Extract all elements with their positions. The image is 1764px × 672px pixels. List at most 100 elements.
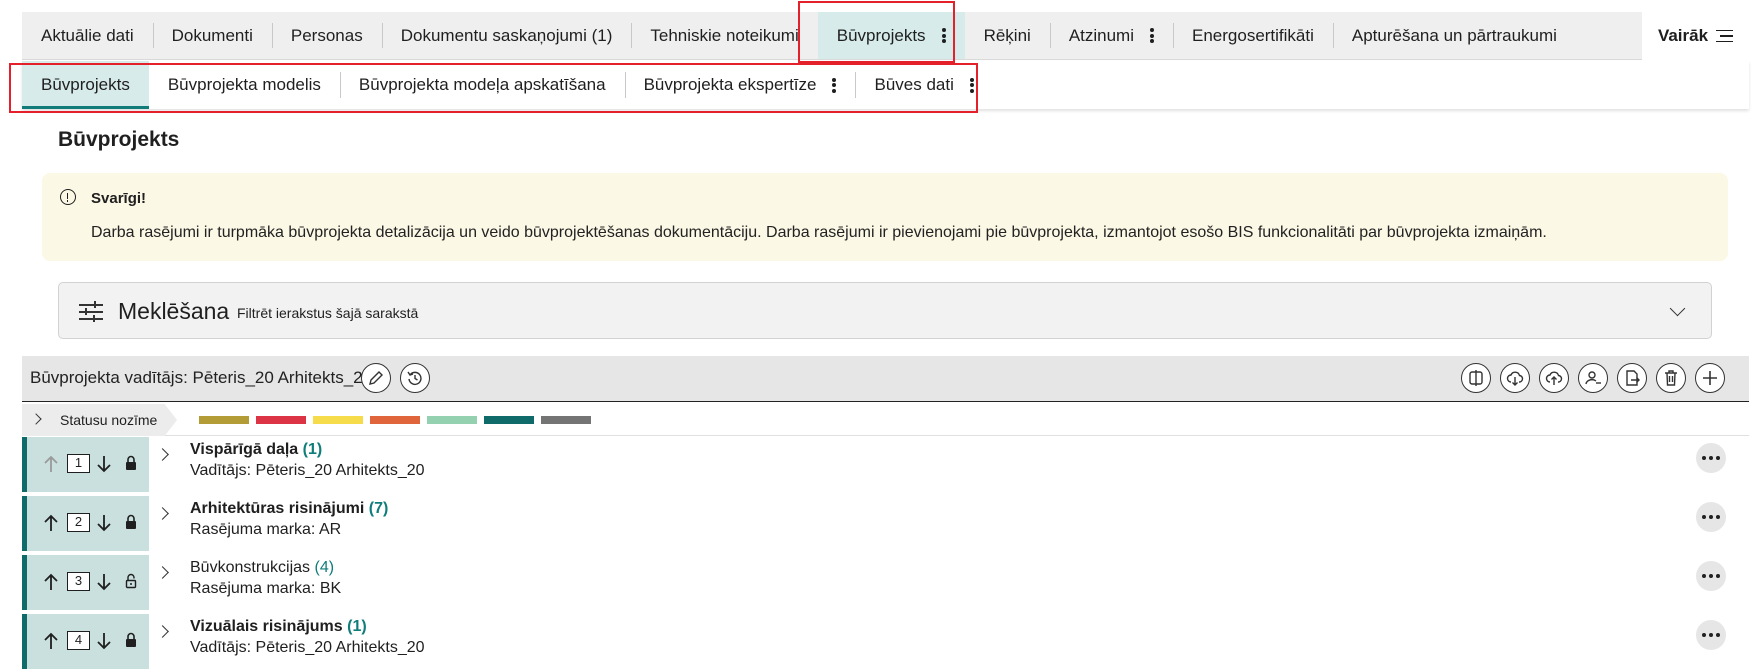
tab-tehniskie-noteikumi[interactable]: Tehniskie noteikumi (631, 12, 817, 59)
add-button[interactable] (1695, 363, 1725, 393)
search-panel[interactable]: Meklēšana Filtrēt ierakstus šajā sarakst… (58, 282, 1712, 339)
menu-lines-icon (1716, 29, 1734, 43)
tab-personas[interactable]: Personas (271, 12, 382, 59)
compare-button[interactable] (1461, 363, 1491, 393)
order-number: 1 (67, 454, 90, 473)
important-notice: Svarīgi! Darba rasējumi ir turpmāka būvp… (42, 173, 1728, 261)
row-more-button[interactable] (1696, 443, 1726, 473)
tab-energosertifikati[interactable]: Energosertifikāti (1173, 12, 1333, 59)
notice-title: Svarīgi! (91, 190, 147, 207)
section-title-line: Vispārīgā daļa (1) (190, 441, 322, 459)
status-legend: Statusu nozīme (22, 404, 1749, 436)
tab-label: Aktuālie dati (41, 25, 134, 45)
arrow-down-icon[interactable] (96, 572, 112, 592)
section-title-line: Vizuālais risinājums (1) (190, 618, 367, 636)
subtab-buves-dati[interactable]: Būves dati (855, 61, 992, 109)
subtab-label: Būvprojekta modelis (167, 75, 321, 94)
filter-sliders-icon (79, 301, 103, 323)
unlock-icon[interactable] (124, 572, 138, 590)
status-swatch (370, 416, 420, 424)
tab-aktualie-dati[interactable]: Aktuālie dati (22, 12, 153, 59)
vertical-dots-icon[interactable] (1150, 28, 1154, 43)
more-tabs-button[interactable]: Vairāk (1642, 12, 1749, 60)
section-count: (4) (314, 559, 335, 576)
edit-manager-button[interactable] (361, 363, 391, 393)
arrow-up-icon[interactable] (43, 513, 59, 533)
arrow-up-icon[interactable] (43, 631, 59, 651)
delete-button[interactable] (1656, 363, 1686, 393)
vertical-dots-icon[interactable] (969, 77, 974, 93)
lock-icon[interactable] (124, 513, 138, 531)
page-title: Būvprojekts (58, 128, 180, 151)
cloud-upload-icon (1545, 371, 1563, 385)
delete-icon (1665, 370, 1677, 386)
vertical-dots-icon[interactable] (941, 28, 946, 43)
chevron-right-icon[interactable] (156, 448, 169, 461)
project-manager-bar: Būvprojekta vadītājs: Pēteris_20 Arhitek… (22, 356, 1749, 402)
subtab-label: Būves dati (874, 75, 954, 94)
chevron-right-icon[interactable] (156, 507, 169, 520)
chevron-right-icon[interactable] (156, 566, 169, 579)
subtab-ekspertize[interactable]: Būvprojekta ekspertīze (624, 61, 856, 109)
exclamation-circle-icon (60, 189, 76, 205)
tab-label: Dokumenti (171, 25, 253, 45)
history-button[interactable] (400, 363, 430, 393)
history-icon (407, 371, 422, 385)
section-count: (1) (347, 618, 367, 635)
list-item[interactable]: 1 Vispārīgā daļa (1) Vadītājs: Pēteris_20 … (22, 437, 1749, 492)
subtab-buvprojekta-modelis[interactable]: Būvprojekta modelis (149, 61, 340, 109)
chevron-right-icon[interactable] (156, 625, 169, 638)
status-swatch (256, 416, 306, 424)
subtab-buvprojekts[interactable]: Būvprojekts (22, 61, 149, 109)
tab-label: Dokumentu saskaņojumi (1) (400, 25, 613, 45)
arrow-down-icon[interactable] (96, 513, 112, 533)
order-controls: 3 (22, 555, 149, 610)
chevron-right-icon (30, 413, 42, 425)
lock-icon[interactable] (124, 631, 138, 649)
arrow-up-icon[interactable] (43, 572, 59, 592)
subtab-modela-apskatisana[interactable]: Būvprojekta modeļa apskatīšana (339, 61, 625, 109)
section-title[interactable]: Būvkonstrukcijas (190, 559, 310, 576)
main-tab-bar: Aktuālie dati Dokumenti Personas Dokumen… (22, 12, 1749, 60)
tab-rekini[interactable]: Rēķini (965, 12, 1050, 59)
section-title[interactable]: Arhitektūras risinājumi (190, 500, 364, 517)
order-controls: 4 (22, 614, 149, 669)
status-legend-toggle[interactable]: Statusu nozīme (22, 404, 177, 436)
arrow-up-icon[interactable] (43, 454, 59, 474)
row-more-button[interactable] (1696, 620, 1726, 650)
status-swatch (199, 416, 249, 424)
lock-icon[interactable] (124, 454, 138, 472)
chevron-down-icon[interactable] (1669, 300, 1686, 317)
assign-user-button[interactable] (1578, 363, 1608, 393)
tab-label: Būvprojekts (836, 25, 926, 45)
row-more-button[interactable] (1696, 561, 1726, 591)
more-label: Vairāk (1657, 26, 1709, 45)
tab-dokumentu-saskanojumi[interactable]: Dokumentu saskaņojumi (1) (381, 12, 632, 59)
order-number: 3 (67, 572, 90, 591)
tab-dokumenti[interactable]: Dokumenti (152, 12, 272, 59)
export-document-button[interactable] (1617, 363, 1647, 393)
section-title[interactable]: Vizuālais risinājums (190, 618, 343, 635)
pencil-icon (369, 371, 383, 385)
compare-icon (1469, 370, 1483, 386)
order-number: 4 (67, 631, 90, 650)
list-item[interactable]: 4 Vizuālais risinājums (1) Vadītājs: Pēter… (22, 614, 1749, 669)
vertical-dots-icon[interactable] (832, 77, 837, 93)
tab-apturesana[interactable]: Apturēšana un pārtraukumi (1332, 12, 1576, 59)
arrow-down-icon[interactable] (96, 631, 112, 651)
list-item[interactable]: 3 Būvkonstrukcijas (4) Rasējuma marka: BK (22, 555, 1749, 610)
status-swatch (484, 416, 534, 424)
cloud-upload-button[interactable] (1539, 363, 1569, 393)
status-swatch (541, 416, 591, 424)
tab-buvprojekts[interactable]: Būvprojekts (817, 12, 965, 59)
tab-label: Atzinumi (1068, 25, 1134, 45)
list-item[interactable]: 2 Arhitektūras risinājumi (7) Rasējuma mar… (22, 496, 1749, 551)
cloud-download-button[interactable] (1500, 363, 1530, 393)
row-more-button[interactable] (1696, 502, 1726, 532)
section-title[interactable]: Vispārīgā daļa (190, 441, 298, 458)
arrow-down-icon[interactable] (96, 454, 112, 474)
tab-atzinumi[interactable]: Atzinumi (1049, 12, 1173, 59)
section-title-line: Arhitektūras risinājumi (7) (190, 500, 388, 518)
section-subtitle: Vadītājs: Pēteris_20 Arhitekts_20 (190, 462, 425, 479)
subtab-label: Būvprojekta ekspertīze (643, 75, 817, 94)
